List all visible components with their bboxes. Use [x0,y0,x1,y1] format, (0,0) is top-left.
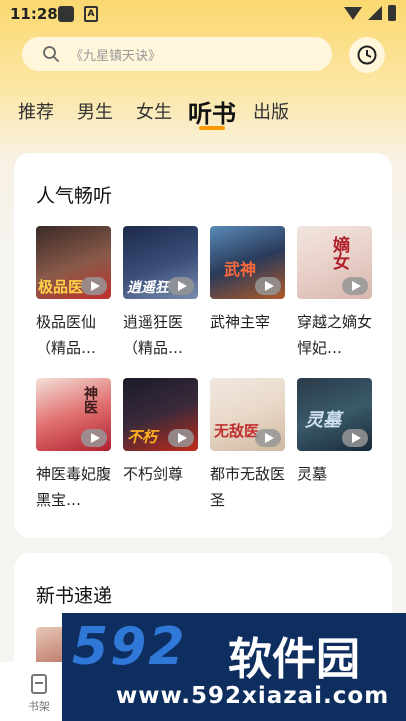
play-icon[interactable] [342,429,368,447]
book-title: 都市无敌医圣 [210,465,286,509]
search-input[interactable]: 《九星镇天诀》 [22,37,332,71]
cover-text: 神医 [82,386,98,414]
section-title: 新书速递 [36,585,113,607]
book-cover: 武神 [210,226,285,299]
clock-icon [357,45,377,65]
play-icon[interactable] [81,277,107,295]
book-title: 武神主宰 [210,313,271,331]
play-icon[interactable] [81,429,107,447]
cover-text: 无敌医 [214,422,260,440]
tab-male[interactable]: 男生 [77,98,113,124]
cover-text: 武神 [224,260,257,279]
status-time: 11:28 [10,5,58,23]
play-icon[interactable] [255,429,281,447]
play-icon[interactable] [342,277,368,295]
bottom-nav: 书架 [0,662,62,721]
notification-icon [58,6,74,22]
book-item[interactable]: 武神 武神主宰 [210,226,285,335]
book-title: 不朽剑尊 [123,465,184,483]
play-icon[interactable] [255,277,281,295]
book-cover: 逍遥狂 [123,226,198,299]
a-notification-icon: A [84,6,98,22]
tab-recommend[interactable]: 推荐 [18,98,54,124]
book-title: 极品医仙（精品… [36,313,97,357]
book-cover: 嫡女 [297,226,372,299]
bookshelf-icon[interactable] [31,674,47,694]
cover-text: 逍遥狂 [127,280,169,296]
book-cover: 无敌医 [210,378,285,451]
watermark: 592 软件园 www.592xiazai.com [62,613,406,721]
book-cover: 神医 [36,378,111,451]
signal-icon [368,6,382,20]
tab-female[interactable]: 女生 [136,98,172,124]
section-title: 人气畅听 [36,185,113,207]
book-item[interactable]: 嫡女 穿越之嫡女悍妃… [297,226,372,361]
watermark-url: www.592xiazai.com [116,683,390,709]
book-cover: 极品医 [36,226,111,299]
book-item[interactable]: 无敌医 都市无敌医圣 [210,378,285,513]
book-title: 神医毒妃腹黑宝… [36,465,112,509]
popular-section: 人气畅听 极品医 极品医仙（精品… 逍遥狂 逍遥狂医（精品… 武神 武神主宰 嫡… [14,153,392,538]
tab-indicator [199,126,225,130]
book-item[interactable]: 逍遥狂 逍遥狂医（精品… [123,226,198,361]
book-title: 逍遥狂医（精品… [123,313,184,357]
status-bar: 11:28 A [0,0,406,30]
search-icon [43,46,59,62]
cover-text: 嫡女 [329,236,349,270]
watermark-brand: 软件园 [228,634,360,685]
nav-bookshelf-label[interactable]: 书架 [28,698,50,714]
book-title: 灵墓 [297,465,328,483]
play-icon[interactable] [168,429,194,447]
book-item[interactable]: 神医 神医毒妃腹黑宝… [36,378,111,513]
tab-publish[interactable]: 出版 [253,98,289,124]
book-item[interactable]: 灵墓 灵墓 [297,378,372,487]
book-item[interactable]: 不朽 不朽剑尊 [123,378,198,487]
play-icon[interactable] [168,277,194,295]
wifi-icon [344,6,362,20]
cover-text: 不朽 [127,428,158,446]
book-cover: 灵墓 [297,378,372,451]
book-cover: 不朽 [123,378,198,451]
book-title: 穿越之嫡女悍妃… [297,313,373,357]
cover-text: 极品医 [38,278,84,296]
search-placeholder: 《九星镇天诀》 [70,49,162,64]
watermark-logo: 592 [72,617,187,677]
book-item[interactable]: 极品医 极品医仙（精品… [36,226,111,361]
history-button[interactable] [349,37,385,73]
cover-text: 灵墓 [305,410,341,431]
battery-icon [388,5,396,21]
tab-audiobook[interactable]: 听书 [188,94,236,129]
category-tabs: 推荐 男生 女生 听书 出版 [0,94,406,134]
